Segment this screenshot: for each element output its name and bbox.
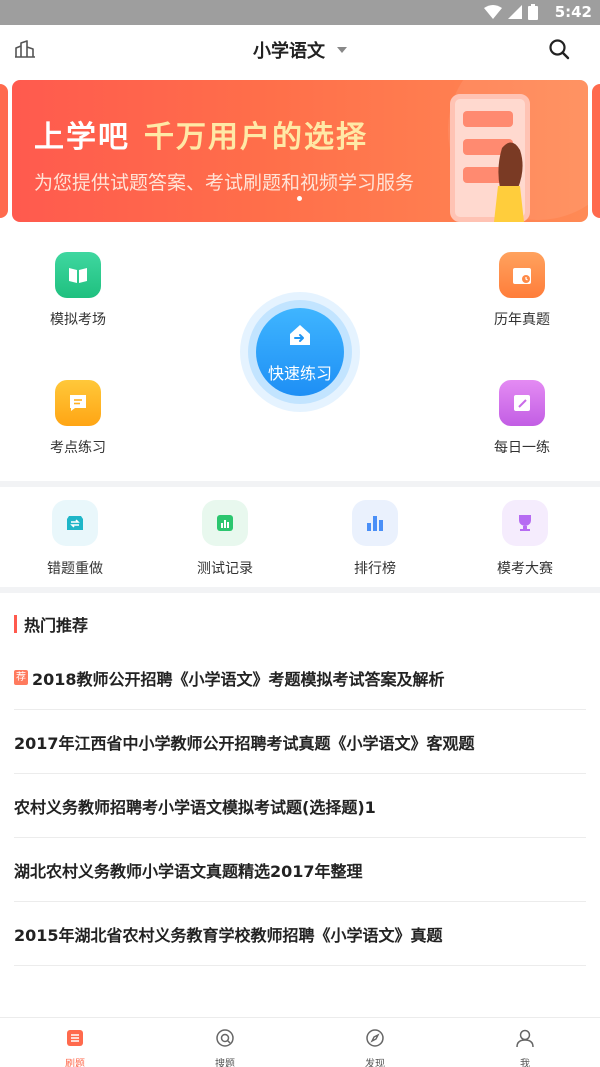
list-item-title: 农村义务教师招聘考小学语文模拟考试题(选择题)1 <box>14 797 376 817</box>
chevron-down-icon <box>337 47 347 53</box>
hot-list: 荐 2018教师公开招聘《小学语文》考题模拟考试答案及解析 2017年江西省中小… <box>14 646 586 966</box>
wifi-icon <box>484 5 502 19</box>
hot-section-title: 热门推荐 <box>24 616 89 635</box>
carousel-indicator <box>297 196 302 201</box>
tab-discover[interactable]: 发现 <box>300 1028 450 1067</box>
tab-label: 搜题 <box>215 1059 235 1067</box>
redo-icon <box>52 500 98 546</box>
quick-practice-label: 快速练习 <box>267 364 332 383</box>
banner-highlight: 千万用户的选择 <box>144 120 368 155</box>
list-item-title: 2015年湖北省农村义务教育学校教师招聘《小学语文》真题 <box>14 925 443 945</box>
quick-practice-button[interactable]: 快速练习 <box>240 292 360 412</box>
ranking-button[interactable]: 排行榜 <box>300 500 450 578</box>
recommend-badge: 荐 <box>14 670 28 685</box>
book-icon <box>55 252 101 298</box>
list-item[interactable]: 农村义务教师招聘考小学语文模拟考试题(选择题)1 <box>14 774 586 838</box>
app-header: 小学语文 <box>0 25 600 73</box>
banner-subtitle: 为您提供试题答案、考试刷题和视频学习服务 <box>34 172 415 194</box>
chart-icon <box>202 500 248 546</box>
redo-wrong-button[interactable]: 错题重做 <box>0 500 150 578</box>
edit-icon <box>499 380 545 426</box>
home-arrow-icon <box>290 325 310 345</box>
test-record-button[interactable]: 测试记录 <box>150 500 300 578</box>
mock-contest-button[interactable]: 模考大赛 <box>450 500 600 578</box>
list-item[interactable]: 湖北农村义务教师小学语文真题精选2017年整理 <box>14 838 586 902</box>
calendar-icon <box>499 252 545 298</box>
list-item[interactable]: 2017年江西省中小学教师公开招聘考试真题《小学语文》客观题 <box>14 710 586 774</box>
daily-practice-label: 每日一练 <box>494 440 550 456</box>
hot-section-header: 热门推荐 <box>14 613 88 635</box>
banner-prev-peek <box>0 84 8 218</box>
compass-icon <box>366 1029 384 1047</box>
tab-me[interactable]: 我 <box>450 1028 600 1067</box>
ranking-label: 排行榜 <box>354 561 396 577</box>
mock-contest-label: 模考大赛 <box>497 561 553 577</box>
list-item[interactable]: 荐 2018教师公开招聘《小学语文》考题模拟考试答案及解析 <box>14 646 586 710</box>
bottom-tab-bar: 刷题 搜题 发现 我 <box>0 1017 600 1067</box>
tab-label: 刷题 <box>65 1059 85 1067</box>
main-modules: 模拟考场 历年真题 考点练习 每日一练 快速练习 <box>0 240 600 480</box>
banner-title: 上学吧 千万用户的选择 <box>34 120 368 155</box>
list-icon <box>67 1030 83 1046</box>
section-divider <box>0 587 600 593</box>
section-accent-bar <box>14 615 17 633</box>
banner-carousel[interactable]: 上学吧 千万用户的选择 为您提供试题答案、考试刷题和视频学习服务 <box>0 80 600 222</box>
person-illustration <box>494 142 524 222</box>
status-bar: 5:42 <box>0 0 600 25</box>
mock-exam-label: 模拟考场 <box>50 312 106 328</box>
status-icons <box>484 4 538 20</box>
test-record-label: 测试记录 <box>197 561 253 577</box>
daily-practice-button[interactable]: 每日一练 <box>462 380 582 457</box>
past-papers-button[interactable]: 历年真题 <box>462 252 582 329</box>
list-item-title: 2018教师公开招聘《小学语文》考题模拟考试答案及解析 <box>32 669 445 689</box>
list-item-title: 湖北农村义务教师小学语文真题精选2017年整理 <box>14 861 363 881</box>
tab-search-question[interactable]: 搜题 <box>150 1028 300 1067</box>
tools-row: 错题重做 测试记录 排行榜 模考大赛 <box>0 492 600 586</box>
subject-selector[interactable]: 小学语文 <box>0 37 600 63</box>
search-question-icon <box>216 1029 234 1047</box>
page-title: 小学语文 <box>253 41 325 62</box>
trophy-icon <box>502 500 548 546</box>
user-icon <box>516 1029 534 1048</box>
banner-next-peek <box>592 84 600 218</box>
past-papers-label: 历年真题 <box>494 312 550 328</box>
point-practice-button[interactable]: 考点练习 <box>18 380 138 457</box>
list-item[interactable]: 2015年湖北省农村义务教育学校教师招聘《小学语文》真题 <box>14 902 586 966</box>
ranking-icon <box>352 500 398 546</box>
tab-label: 发现 <box>365 1059 385 1067</box>
mock-exam-button[interactable]: 模拟考场 <box>18 252 138 329</box>
message-icon <box>55 380 101 426</box>
list-item-title: 2017年江西省中小学教师公开招聘考试真题《小学语文》客观题 <box>14 733 475 753</box>
status-time: 5:42 <box>554 3 592 21</box>
section-divider <box>0 481 600 487</box>
banner-slide[interactable]: 上学吧 千万用户的选择 为您提供试题答案、考试刷题和视频学习服务 <box>12 80 588 222</box>
search-icon[interactable] <box>548 38 570 60</box>
tab-practice[interactable]: 刷题 <box>0 1028 150 1067</box>
signal-icon <box>508 5 522 19</box>
redo-wrong-label: 错题重做 <box>47 561 103 577</box>
tab-label: 我 <box>520 1059 530 1067</box>
battery-icon <box>528 4 538 20</box>
point-practice-label: 考点练习 <box>50 440 106 456</box>
